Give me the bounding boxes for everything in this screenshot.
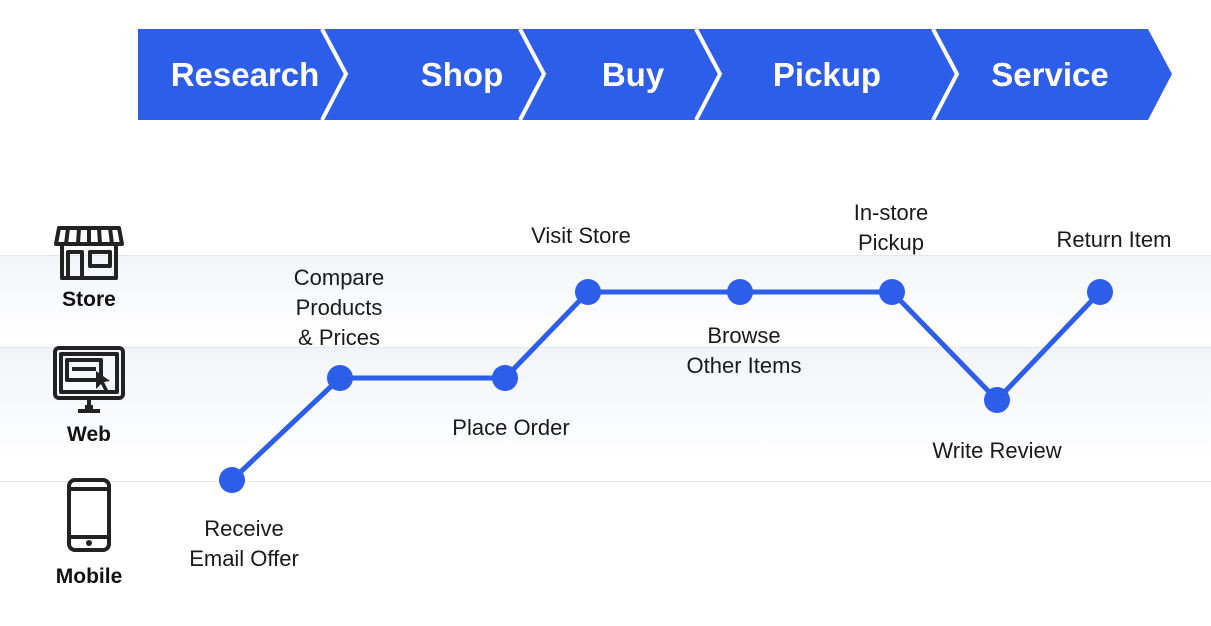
touchpoint-label-browse-other-items: Browse Other Items	[686, 323, 802, 378]
touchpoint-label-compare-products: Compare Products & Prices	[293, 265, 385, 350]
touchpoint-node	[984, 387, 1010, 413]
touchpoint-label-visit-store: Visit Store	[531, 223, 631, 248]
touchpoint-node	[1087, 279, 1113, 305]
touchpoint-node	[727, 279, 753, 305]
touchpoint-node	[575, 279, 601, 305]
touchpoint-label-in-store-pickup: In-store Pickup	[853, 200, 929, 255]
touchpoint-label-write-review: Write Review	[932, 438, 1062, 463]
touchpoint-label-return-item: Return Item	[1056, 227, 1172, 252]
touchpoint-node	[219, 467, 245, 493]
touchpoint-node	[492, 365, 518, 391]
customer-journey-diagram: Research Shop Buy Pickup Service Store W…	[0, 0, 1211, 626]
touchpoint-node	[327, 365, 353, 391]
touchpoint-label-place-order: Place Order	[452, 415, 570, 440]
touchpoint-node	[879, 279, 905, 305]
touchpoint-label-receive-email-offer: Receive Email Offer	[189, 516, 299, 571]
